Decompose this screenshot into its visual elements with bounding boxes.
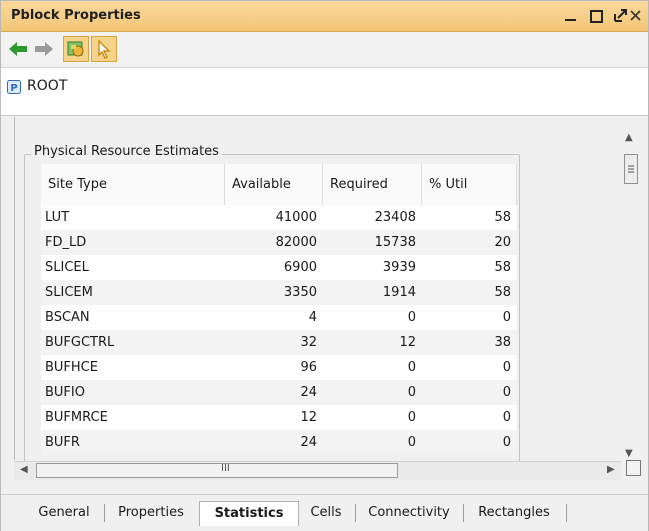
tab-general[interactable]: General	[27, 501, 101, 525]
cell-site-type: LUT	[45, 210, 70, 225]
tab-rectangles[interactable]: Rectangles	[467, 501, 561, 525]
table-row[interactable]: BUFGCTRL 32 12 38	[41, 330, 517, 355]
table-row[interactable]: SLICEL 6900 3939 58	[41, 255, 517, 280]
cell-site-type: BUFIO	[45, 385, 85, 400]
cell-util: 0	[502, 360, 511, 375]
cell-site-type: SLICEL	[45, 260, 89, 275]
pblock-icon[interactable]	[63, 36, 89, 62]
svg-text:P: P	[10, 83, 17, 94]
scroll-up-icon[interactable]: ▲	[625, 132, 633, 143]
scroll-grip: III	[221, 463, 230, 474]
cell-util: 38	[494, 335, 511, 350]
cell-required: 0	[407, 435, 416, 450]
close-icon[interactable]	[628, 5, 648, 25]
cell-site-type: BUFGCTRL	[45, 335, 115, 350]
back-arrow-icon[interactable]	[5, 36, 31, 62]
tab-connectivity[interactable]: Connectivity	[359, 501, 459, 525]
tab-separator	[355, 504, 356, 522]
cell-util: 58	[494, 260, 511, 275]
column-header-util[interactable]: % Util	[422, 164, 517, 205]
table-row[interactable]: BUFHCE 96 0 0	[41, 355, 517, 380]
cell-util: 0	[502, 385, 511, 400]
group-title: Physical Resource Estimates	[31, 144, 222, 159]
cell-required: 15738	[374, 235, 416, 250]
cell-required: 0	[407, 410, 416, 425]
cell-site-type: BSCAN	[45, 310, 90, 325]
column-header-required[interactable]: Required	[323, 164, 422, 205]
tab-statistics[interactable]: Statistics	[199, 501, 299, 526]
cell-required: 23408	[374, 210, 416, 225]
column-header-site-type[interactable]: Site Type	[41, 164, 225, 205]
tab-cells[interactable]: Cells	[301, 501, 351, 525]
cell-site-type: BUFHCE	[45, 360, 98, 375]
forward-arrow-icon[interactable]	[31, 36, 57, 62]
cell-available: 6900	[283, 260, 317, 275]
tab-separator	[463, 504, 464, 522]
maximize-icon[interactable]	[586, 5, 606, 25]
cell-site-type: BUFR	[45, 435, 80, 450]
tab-bar: General Properties Statistics Cells Conn…	[1, 494, 648, 531]
scroll-down-icon[interactable]: ▼	[625, 448, 633, 459]
cell-required: 3939	[382, 260, 416, 275]
pblock-properties-window: Pblock Properties P ROOT Physical Resour…	[0, 0, 649, 531]
table-row[interactable]: BUFIO 24 0 0	[41, 380, 517, 405]
cell-required: 12	[399, 335, 416, 350]
cell-available: 32	[300, 335, 317, 350]
table-row[interactable]: SLICEM 3350 1914 58	[41, 280, 517, 305]
root-label[interactable]: ROOT	[27, 78, 67, 94]
cell-available: 4	[308, 310, 317, 325]
cell-util: 0	[502, 410, 511, 425]
scroll-right-icon[interactable]: ▶	[607, 464, 615, 475]
table-row[interactable]: FD_LD 82000 15738 20	[41, 230, 517, 255]
cell-required: 0	[407, 310, 416, 325]
object-breadcrumb: P ROOT	[1, 67, 648, 116]
cell-util: 58	[494, 210, 511, 225]
cell-required: 0	[407, 385, 416, 400]
cell-available: 96	[300, 360, 317, 375]
table-row[interactable]: BUFMRCE 12 0 0	[41, 405, 517, 430]
minimize-icon[interactable]	[561, 5, 581, 25]
cell-util: 0	[502, 310, 511, 325]
cell-available: 3350	[283, 285, 317, 300]
cell-util: 58	[494, 285, 511, 300]
cell-available: 24	[300, 385, 317, 400]
table-row[interactable]: BUFR 24 0 0	[41, 430, 517, 455]
cell-util: 0	[502, 435, 511, 450]
window-title: Pblock Properties	[11, 8, 141, 23]
corner-icon[interactable]	[626, 460, 641, 476]
cell-available: 41000	[275, 210, 317, 225]
cell-available: 82000	[275, 235, 317, 250]
table-row[interactable]: LUT 41000 23408 58	[41, 205, 517, 230]
title-bar[interactable]: Pblock Properties	[1, 1, 648, 32]
tab-properties[interactable]: Properties	[107, 501, 195, 525]
vertical-scroll-thumb[interactable]	[624, 154, 638, 184]
cell-util: 20	[494, 235, 511, 250]
cell-site-type: SLICEM	[45, 285, 93, 300]
toolbar	[1, 32, 648, 64]
cell-available: 12	[300, 410, 317, 425]
select-cursor-icon[interactable]	[91, 36, 117, 62]
horizontal-scroll-thumb[interactable]	[36, 463, 398, 478]
cell-site-type: BUFMRCE	[45, 410, 108, 425]
column-header-available[interactable]: Available	[225, 164, 323, 205]
pblock-badge-icon: P	[7, 80, 21, 94]
cell-required: 0	[407, 360, 416, 375]
cell-required: 1914	[382, 285, 416, 300]
table-row[interactable]: BSCAN 4 0 0	[41, 305, 517, 330]
tab-separator	[566, 504, 567, 522]
cell-site-type: FD_LD	[45, 235, 87, 250]
scroll-left-icon[interactable]: ◀	[20, 464, 28, 475]
cell-available: 24	[300, 435, 317, 450]
tab-separator	[104, 504, 105, 522]
